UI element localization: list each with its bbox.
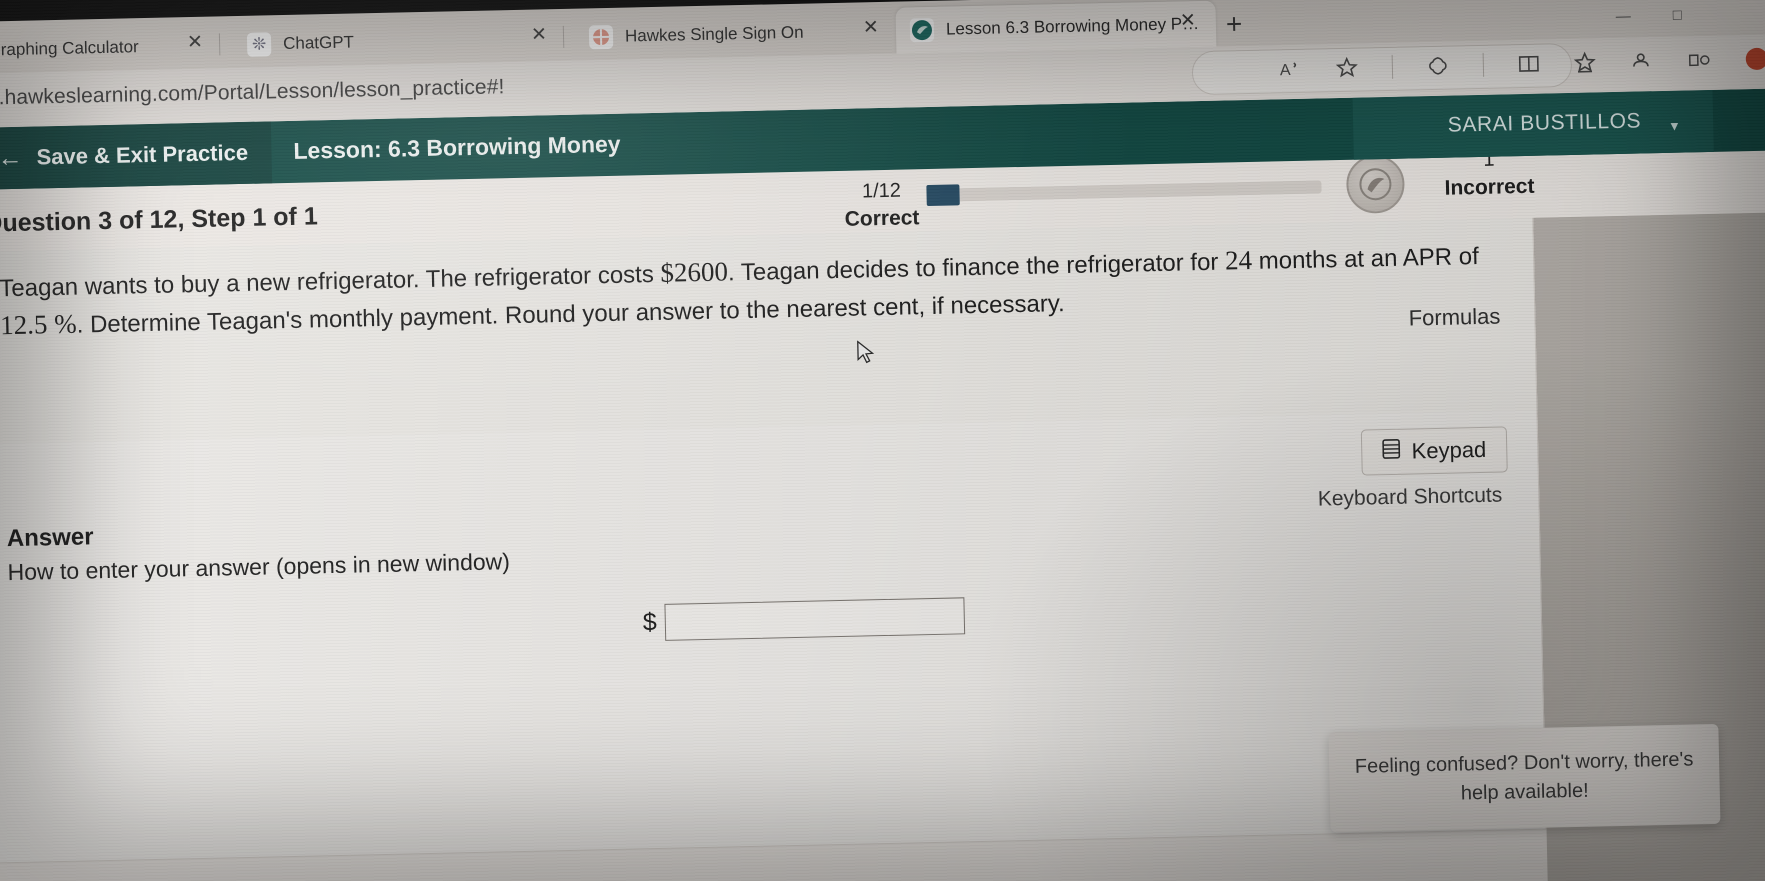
tab-close-icon[interactable]: ✕ [527, 23, 551, 47]
answer-input-group: $ [642, 597, 966, 641]
toolbar-divider [1391, 54, 1394, 79]
tab-title: Lesson 6.3 Borrowing Money Prac [945, 13, 1203, 39]
how-to-enter-answer-link[interactable]: How to enter your answer (opens in new w… [7, 548, 510, 586]
progress-bar-fill [926, 184, 960, 207]
incorrect-label: Incorrect [1444, 174, 1535, 200]
keypad-icon [1382, 439, 1401, 465]
question-text-part3: months at an APR of [1251, 243, 1480, 275]
user-name-label[interactable]: SARAI BUSTILLOS [1448, 109, 1642, 137]
answer-input[interactable] [664, 597, 966, 641]
browser-tab-lesson-active[interactable]: Lesson 6.3 Borrowing Money Prac [895, 0, 1217, 54]
question-text-part4: . Determine Teagan's monthly payment. Ro… [76, 290, 1065, 339]
formulas-link[interactable]: Formulas [1408, 304, 1500, 332]
new-tab-button[interactable]: + [1226, 8, 1243, 39]
minimize-icon[interactable]: — [1616, 8, 1631, 25]
tab-divider [218, 33, 221, 56]
keypad-label: Keypad [1411, 436, 1487, 464]
hawkes-sso-icon [588, 24, 614, 50]
lesson-title: Lesson: 6.3 Borrowing Money [293, 130, 621, 164]
chatgpt-icon: ❊ [246, 32, 272, 57]
settings-more-icon[interactable] [1745, 47, 1765, 71]
save-exit-practice-button[interactable]: ← Save & Exit Practice [0, 121, 273, 190]
hawkes-icon [909, 17, 935, 43]
correct-label: Correct [844, 206, 920, 231]
answer-card: Keypad Keyboard Shortcuts Answer How to … [0, 409, 1547, 864]
address-bar-url[interactable]: earn.hawkeslearning.com/Portal/Lesson/le… [0, 75, 505, 111]
split-screen-icon[interactable] [1518, 54, 1540, 74]
back-arrow-icon: ← [0, 143, 23, 172]
tab-close-icon[interactable]: ✕ [1176, 9, 1200, 33]
photographed-screen: s | Graphing Calculator ✕ ❊ ChatGPT ✕ Ha… [0, 0, 1765, 881]
browser-tab-hawkes-sso[interactable]: Hawkes Single Sign On [575, 8, 876, 61]
toolbar-divider [1482, 52, 1485, 77]
chevron-down-icon[interactable]: ▾ [1671, 117, 1679, 135]
question-step-title: Question 3 of 12, Step 1 of 1 [0, 202, 318, 238]
tab-title: Hawkes Single Sign On [624, 22, 804, 46]
question-text: Teagan wants to buy a new refrigerator. … [0, 236, 1490, 345]
answer-section-label: Answer [6, 523, 94, 553]
question-apr-value: 12.5 % [0, 308, 78, 341]
browser-profile-icon[interactable] [1630, 50, 1652, 72]
tab-title: s | Graphing Calculator [0, 37, 139, 60]
window-controls[interactable]: — □ [1616, 7, 1682, 25]
tab-title: ChatGPT [282, 32, 355, 54]
extensions-icon[interactable] [1686, 49, 1712, 72]
collections-icon[interactable] [1573, 51, 1596, 73]
question-text-part2: . Teagan decides to finance the refriger… [727, 248, 1226, 287]
maximize-icon[interactable]: □ [1673, 7, 1682, 24]
svg-text:A: A [1280, 62, 1291, 79]
tab-close-icon[interactable]: ✕ [859, 16, 883, 40]
correct-count: 1/12 [861, 179, 902, 203]
help-toast-message: Feeling confused? Don't worry, there's h… [1354, 748, 1694, 805]
screen-surface: s | Graphing Calculator ✕ ❊ ChatGPT ✕ Ha… [0, 0, 1765, 881]
question-text-part1: Teagan wants to buy a new refrigerator. … [0, 260, 661, 303]
mouse-cursor [856, 340, 877, 371]
read-aloud-icon[interactable]: A [1280, 59, 1302, 79]
currency-symbol: $ [642, 608, 658, 637]
browser-tab-chatgpt[interactable]: ❊ ChatGPT [233, 16, 534, 69]
tab-close-icon[interactable]: ✕ [183, 31, 207, 55]
correct-counter: 1/12 Correct [826, 177, 937, 235]
favorite-star-icon[interactable] [1335, 56, 1358, 79]
help-toast[interactable]: Feeling confused? Don't worry, there's h… [1328, 723, 1721, 833]
browser-tab-graphing-calculator[interactable]: s | Graphing Calculator [0, 23, 182, 74]
browser-essentials-icon[interactable] [1427, 55, 1449, 77]
question-months-value: 24 [1224, 244, 1253, 276]
save-exit-label: Save & Exit Practice [36, 139, 249, 170]
tab-divider [562, 25, 565, 48]
question-price-value: $2600 [660, 256, 729, 288]
keyboard-shortcuts-link[interactable]: Keyboard Shortcuts [1318, 484, 1503, 512]
keypad-button[interactable]: Keypad [1361, 426, 1508, 476]
